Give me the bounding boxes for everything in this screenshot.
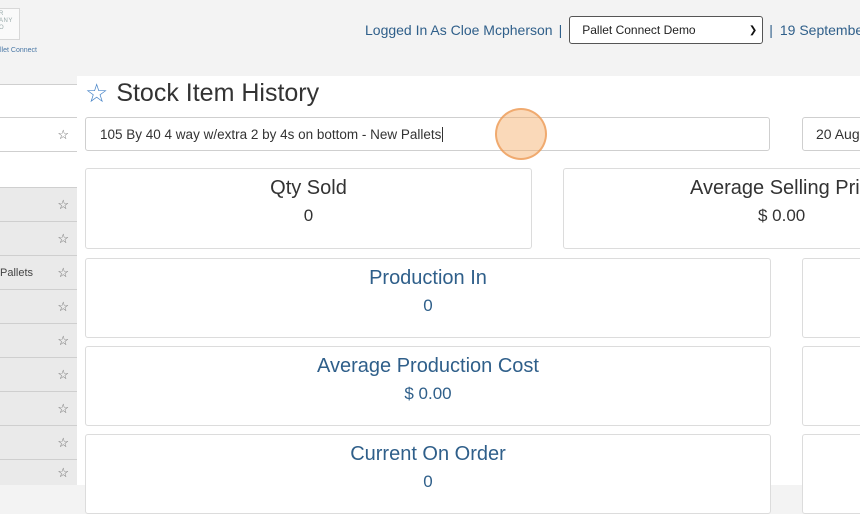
logged-in-text: Logged In As Cloe Mcpherson [365,22,553,38]
date-from-input[interactable]: 20 Aug [802,117,860,151]
card-value: 0 [423,472,433,491]
stat-card-partial [802,258,860,338]
star-outline-icon[interactable]: ☆ [57,333,69,349]
star-outline-icon[interactable]: ☆ [57,127,69,143]
text-cursor [442,126,444,142]
sidebar-item[interactable] [0,84,77,117]
qty-sold-card: Qty Sold 0 [85,168,532,249]
sidebar-item[interactable]: ☆ [0,187,77,221]
card-label: Average Selling Pri [690,177,860,199]
card-value: $ 0.00 [758,206,806,225]
header-date: 19 Septembe [779,22,860,38]
sidebar-item[interactable]: ☆ [0,391,77,425]
star-outline-icon[interactable]: ☆ [57,367,69,383]
page-title: Stock Item History [116,78,320,107]
logo-mark: R ANY O [0,8,20,40]
sidebar-item[interactable]: ☆ [0,289,77,323]
current-on-order-card: Current On Order 0 [85,434,771,514]
sidebar-item[interactable]: ☆ [0,117,77,151]
separator: | [558,22,563,38]
company-select-value: Pallet Connect Demo [582,23,696,37]
main-content: ☆ Stock Item History 105 By 40 4 way w/e… [77,76,860,514]
stat-card-partial [802,346,860,426]
sidebar-item[interactable]: Pallets ☆ [0,255,77,289]
card-label: Production In [369,267,487,289]
sidebar-item-label: Pallets [0,266,34,279]
chevron-down-icon: ❯ [748,24,758,36]
card-label: Average Production Cost [317,355,539,377]
stat-card-partial [802,434,860,514]
star-outline-icon[interactable]: ☆ [57,299,69,315]
date-from-value: 20 Aug [816,126,860,142]
star-outline-icon[interactable]: ☆ [57,265,69,281]
card-label: Qty Sold [270,177,347,199]
logo-caption: llet Connect [0,47,37,54]
sidebar-item[interactable]: ☆ [0,357,77,391]
logo-text: R ANY O [0,11,13,31]
production-in-card: Production In 0 [85,258,771,338]
header-user-bar: Logged In As Cloe Mcpherson | Pallet Con… [365,16,860,44]
star-outline-icon[interactable]: ☆ [57,401,69,417]
sidebar-item[interactable]: ☆ [0,323,77,357]
card-label: Current On Order [350,443,506,465]
star-outline-icon[interactable]: ☆ [57,465,69,481]
card-value: 0 [423,296,433,315]
page-header: ☆ Stock Item History [85,78,319,108]
company-logo[interactable]: R ANY O llet Connect [0,8,40,58]
stock-item-input-value: 105 By 40 4 way w/extra 2 by 4s on botto… [100,126,442,142]
sidebar-item[interactable]: ☆ [0,221,77,255]
star-outline-icon[interactable]: ☆ [85,78,108,108]
card-value: 0 [303,206,314,225]
sidebar: ☆ ☆ ☆ Pallets ☆ ☆ ☆ ☆ ☆ ☆ ☆ [0,84,77,485]
sidebar-item[interactable]: ☆ [0,459,77,485]
average-production-cost-card: Average Production Cost $ 0.00 [85,346,771,426]
star-outline-icon[interactable]: ☆ [57,231,69,247]
sidebar-item[interactable] [0,151,77,187]
sidebar-item[interactable]: ☆ [0,425,77,459]
card-value: $ 0.00 [404,384,452,403]
average-selling-price-card: Average Selling Pri $ 0.00 [563,168,860,249]
star-outline-icon[interactable]: ☆ [57,197,69,213]
star-outline-icon[interactable]: ☆ [57,435,69,451]
stock-item-input[interactable]: 105 By 40 4 way w/extra 2 by 4s on botto… [85,117,770,151]
separator: | [769,22,773,38]
company-select[interactable]: Pallet Connect Demo ❯ [569,16,764,44]
